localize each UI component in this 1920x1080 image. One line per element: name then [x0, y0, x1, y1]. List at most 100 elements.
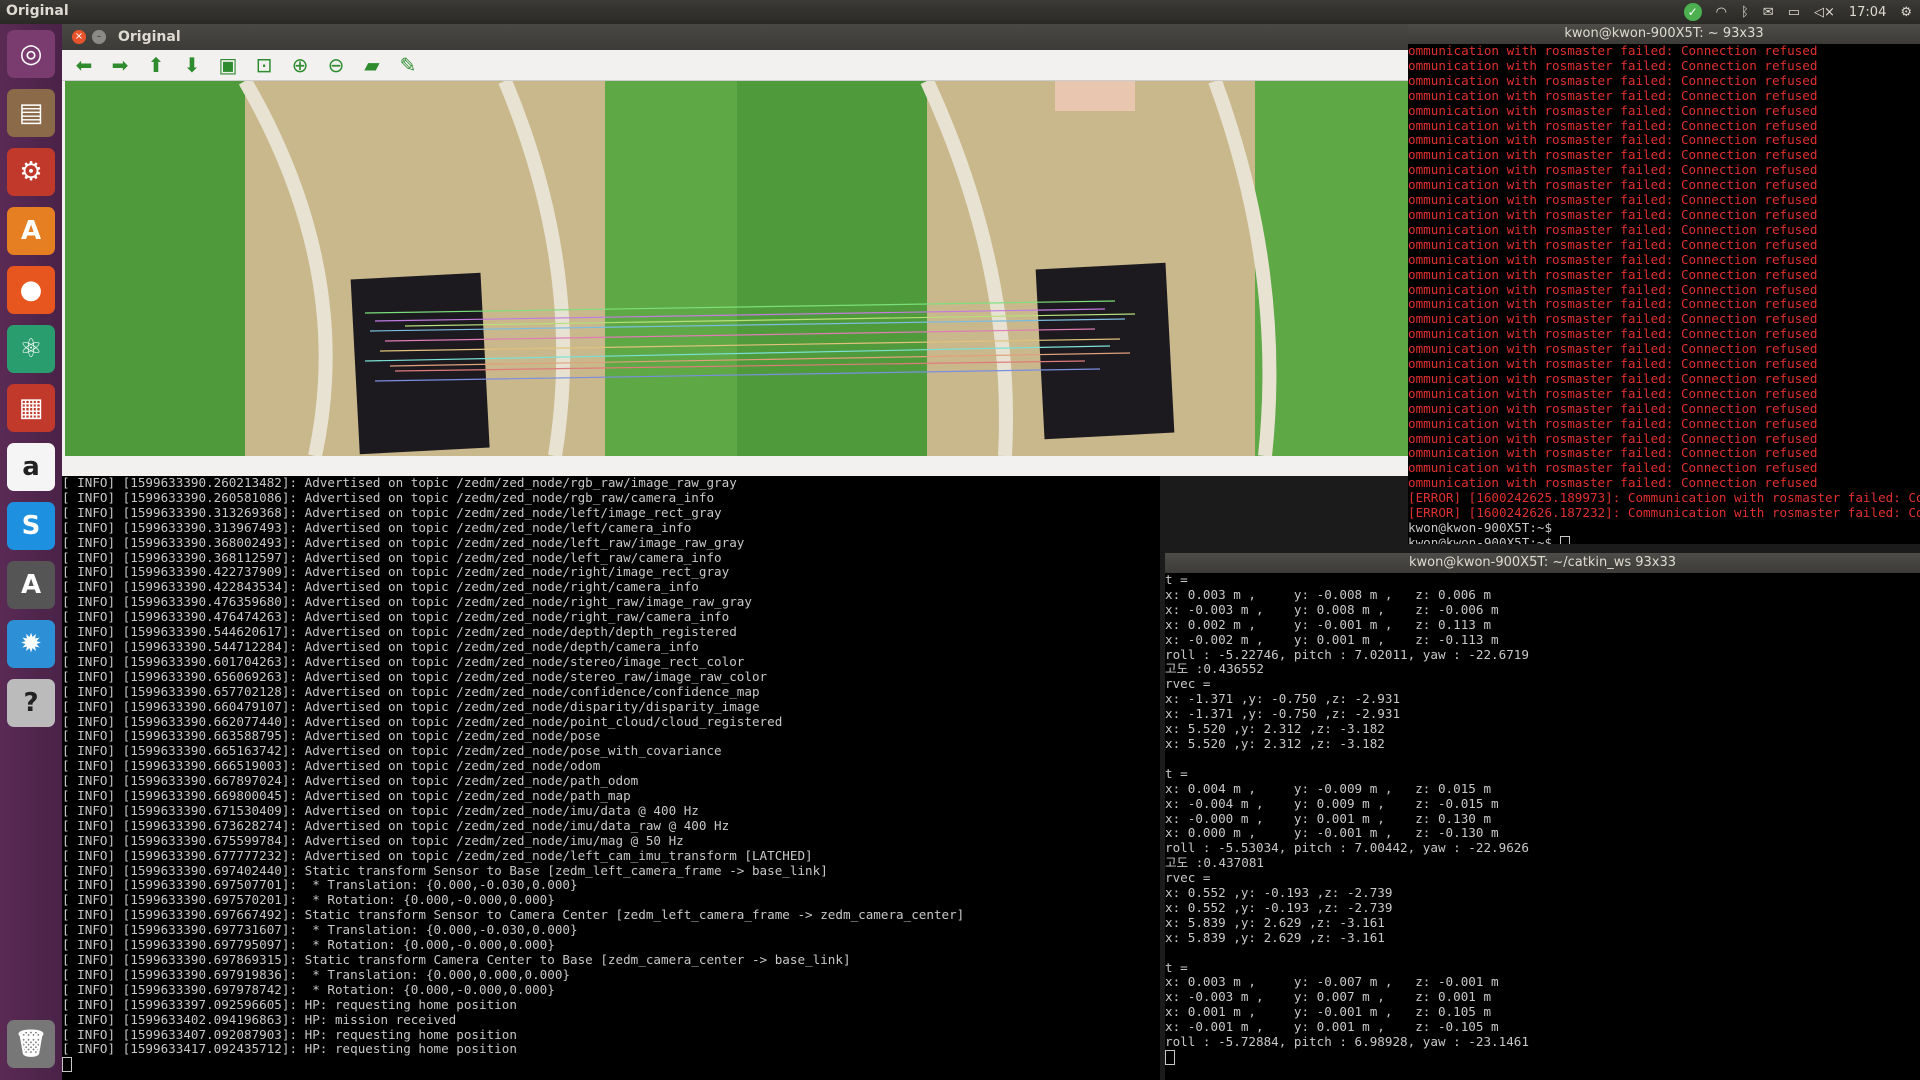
zoom-in-icon[interactable]: ⊕ [288, 54, 312, 76]
output-line: x: 0.000 m , y: -0.001 m , z: -0.130 m [1165, 825, 1499, 841]
up-arrow-icon[interactable]: ⬆ [144, 54, 168, 76]
log-line: [ INFO] [1599633390.697667492]: Static t… [62, 907, 965, 923]
terminal-right[interactable]: t = x: 0.003 m , y: -0.008 m , z: 0.006 m… [1165, 573, 1920, 1080]
output-line: x: -0.004 m , y: 0.009 m , z: -0.015 m [1165, 795, 1499, 811]
terminal-line: ommunication with rosmaster failed: Conn… [1408, 251, 1818, 267]
log-line: [ INFO] [1599633390.313269368]: Advertis… [62, 504, 722, 520]
terminal-line: ommunication with rosmaster failed: Conn… [1408, 102, 1818, 118]
down-arrow-icon[interactable]: ⬇ [180, 54, 204, 76]
output-line: x: -1.371 ,y: -0.750 ,z: -2.931 [1165, 691, 1401, 707]
terminal-line: ommunication with rosmaster failed: Conn… [1408, 192, 1818, 208]
log-line: [ INFO] [1599633390.697731607]: * Transl… [62, 922, 578, 938]
log-line: [ INFO] [1599633390.697869315]: Static t… [62, 952, 851, 967]
log-line: [ INFO] [1599633390.544620617]: Advertis… [62, 624, 737, 640]
log-line: [ INFO] [1599633390.368002493]: Advertis… [62, 534, 745, 550]
output-line: x: -0.000 m , y: 0.001 m , z: 0.130 m [1165, 810, 1492, 826]
close-icon[interactable]: × [72, 30, 86, 44]
terminal-cursor [1559, 535, 1570, 544]
prompt-line: kwon@kwon-900X5T:~$ [1408, 535, 1920, 544]
log-line: [ INFO] [1599633390.422843534]: Advertis… [62, 579, 699, 595]
output-line: x: 5.520 ,y: 2.312 ,z: -3.182 [1165, 721, 1385, 737]
output-line: x: 0.552 ,y: -0.193 ,z: -2.739 [1165, 885, 1393, 901]
log-line: [ INFO] [1599633390.697919836]: * Transl… [62, 966, 570, 982]
terminal-line: ommunication with rosmaster failed: Conn… [1408, 72, 1818, 88]
log-line: [ INFO] [1599633397.092596605]: HP: requ… [62, 996, 517, 1012]
terminal-line: ommunication with rosmaster failed: Conn… [1408, 162, 1818, 178]
terminal-top[interactable]: ommunication with rosmaster failed: Conn… [1408, 44, 1920, 544]
log-line: [ INFO] [1599633390.675599784]: Advertis… [62, 832, 684, 848]
log-line: [ INFO] [1599633390.667897024]: Advertis… [62, 773, 639, 789]
zoom-out-icon[interactable]: ⊖ [324, 54, 348, 76]
software-updater-icon[interactable]: A [7, 561, 55, 609]
log-line: [ INFO] [1599633390.544712284]: Advertis… [62, 638, 699, 654]
output-line: x: 5.839 ,y: 2.629 ,z: -3.161 [1165, 914, 1385, 930]
terminal-line: [ERROR] [1600242626.187232]: Communicati… [1408, 505, 1920, 521]
help-icon[interactable]: ? [7, 679, 55, 727]
window-titlebar: × – Original [62, 24, 1408, 50]
skype-icon[interactable]: S [7, 502, 55, 550]
firefox-icon[interactable]: ● [7, 266, 55, 314]
terminal-line: ommunication with rosmaster failed: Conn… [1408, 281, 1818, 297]
terminal-line: ommunication with rosmaster failed: Conn… [1408, 57, 1818, 73]
terminal-line: ommunication with rosmaster failed: Conn… [1408, 266, 1818, 282]
clock[interactable]: 17:04 [1849, 5, 1886, 20]
mail-icon[interactable]: ✉ [1763, 5, 1774, 20]
window-title: Original [118, 29, 181, 45]
terminal-line: ommunication with rosmaster failed: Conn… [1408, 326, 1818, 342]
brightness-icon[interactable]: ✹ [7, 620, 55, 668]
battery-icon[interactable]: ▭ [1788, 5, 1800, 20]
fit-icon[interactable]: ⊡ [252, 54, 276, 76]
terminal-line: ommunication with rosmaster failed: Conn… [1408, 221, 1818, 237]
atom-icon[interactable]: ⚛ [7, 325, 55, 373]
output-line: rvec = [1165, 676, 1211, 692]
bluetooth-icon[interactable]: ᛒ [1741, 5, 1749, 20]
output-line: x: 0.002 m , y: -0.001 m , z: 0.113 m [1165, 616, 1492, 632]
files-icon[interactable]: ▤ [7, 89, 55, 137]
workspace-icon[interactable]: ▦ [7, 384, 55, 432]
output-line: x: 5.520 ,y: 2.312 ,z: -3.182 [1165, 735, 1385, 751]
left-arrow-icon[interactable]: ⬅ [72, 54, 96, 76]
amazon-icon[interactable]: a [7, 443, 55, 491]
terminal-line: ommunication with rosmaster failed: Conn… [1408, 117, 1818, 133]
terminal-line: ommunication with rosmaster failed: Conn… [1408, 147, 1818, 163]
image-icon[interactable]: ▣ [216, 54, 240, 76]
settings-icon[interactable]: ✎ [396, 54, 420, 76]
output-line: roll : -5.72884, pitch : 6.98928, yaw : … [1165, 1034, 1529, 1050]
log-line: [ INFO] [1599633390.673628274]: Advertis… [62, 817, 730, 833]
output-line: t = [1165, 573, 1188, 587]
save-icon[interactable]: ▰ [360, 54, 384, 76]
log-line: [ INFO] [1599633390.662077440]: Advertis… [62, 713, 783, 729]
log-line: [ INFO] [1599633390.665163742]: Advertis… [62, 743, 722, 759]
log-line: [ INFO] [1599633390.677777232]: Advertis… [62, 847, 813, 863]
update-check-icon[interactable]: ✓ [1683, 3, 1702, 21]
minimize-icon[interactable]: – [92, 30, 106, 44]
terminal-left[interactable]: [ INFO] [1599633390.260213482]: Advertis… [62, 476, 1160, 1080]
software-center-icon[interactable]: A [7, 207, 55, 255]
volume-icon[interactable]: ◁× [1814, 5, 1835, 20]
output-line: x: 0.552 ,y: -0.193 ,z: -2.739 [1165, 899, 1393, 915]
top-panel: Original ✓ ◠ ᛒ ✉ ▭ ◁× 17:04 ⚙ [0, 0, 1920, 24]
output-line: x: 0.001 m , y: -0.001 m , z: 0.105 m [1165, 1004, 1492, 1020]
terminal-cursor [62, 1057, 72, 1073]
output-line: x: 0.003 m , y: -0.007 m , z: -0.001 m [1165, 974, 1499, 990]
log-line: [ INFO] [1599633390.663588795]: Advertis… [62, 728, 601, 744]
log-line: [ INFO] [1599633390.313967493]: Advertis… [62, 519, 692, 535]
trash-icon[interactable]: 🗑 [7, 1020, 55, 1068]
right-arrow-icon[interactable]: ➡ [108, 54, 132, 76]
terminal-line: [ERROR] [1600242625.189973]: Communicati… [1408, 490, 1920, 506]
output-line: 고도 :0.437081 [1165, 855, 1264, 871]
wifi-icon[interactable]: ◠ [1716, 5, 1727, 20]
system-settings-icon[interactable]: ⚙ [7, 148, 55, 196]
output-line: x: 5.839 ,y: 2.629 ,z: -3.161 [1165, 929, 1385, 945]
terminal-line: ommunication with rosmaster failed: Conn… [1408, 370, 1818, 386]
terminal-line: ommunication with rosmaster failed: Conn… [1408, 445, 1818, 461]
terminal-line: ommunication with rosmaster failed: Conn… [1408, 177, 1818, 193]
terminal-line: ommunication with rosmaster failed: Conn… [1408, 296, 1818, 312]
image-toolbar: ⬅ ➡ ⬆ ⬇ ▣ ⊡ ⊕ ⊖ ▰ ✎ [62, 50, 1408, 81]
terminal-line: ommunication with rosmaster failed: Conn… [1408, 44, 1818, 58]
output-line: x: -0.003 m , y: 0.008 m , z: -0.006 m [1165, 601, 1499, 617]
gear-icon[interactable]: ⚙ [1900, 5, 1912, 20]
ubuntu-dash-icon[interactable]: ◎ [7, 30, 55, 78]
terminal-right-title: kwon@kwon-900X5T: ~/catkin_ws 93x33 [1408, 555, 1677, 570]
output-line: x: -1.371 ,y: -0.750 ,z: -2.931 [1165, 706, 1401, 722]
